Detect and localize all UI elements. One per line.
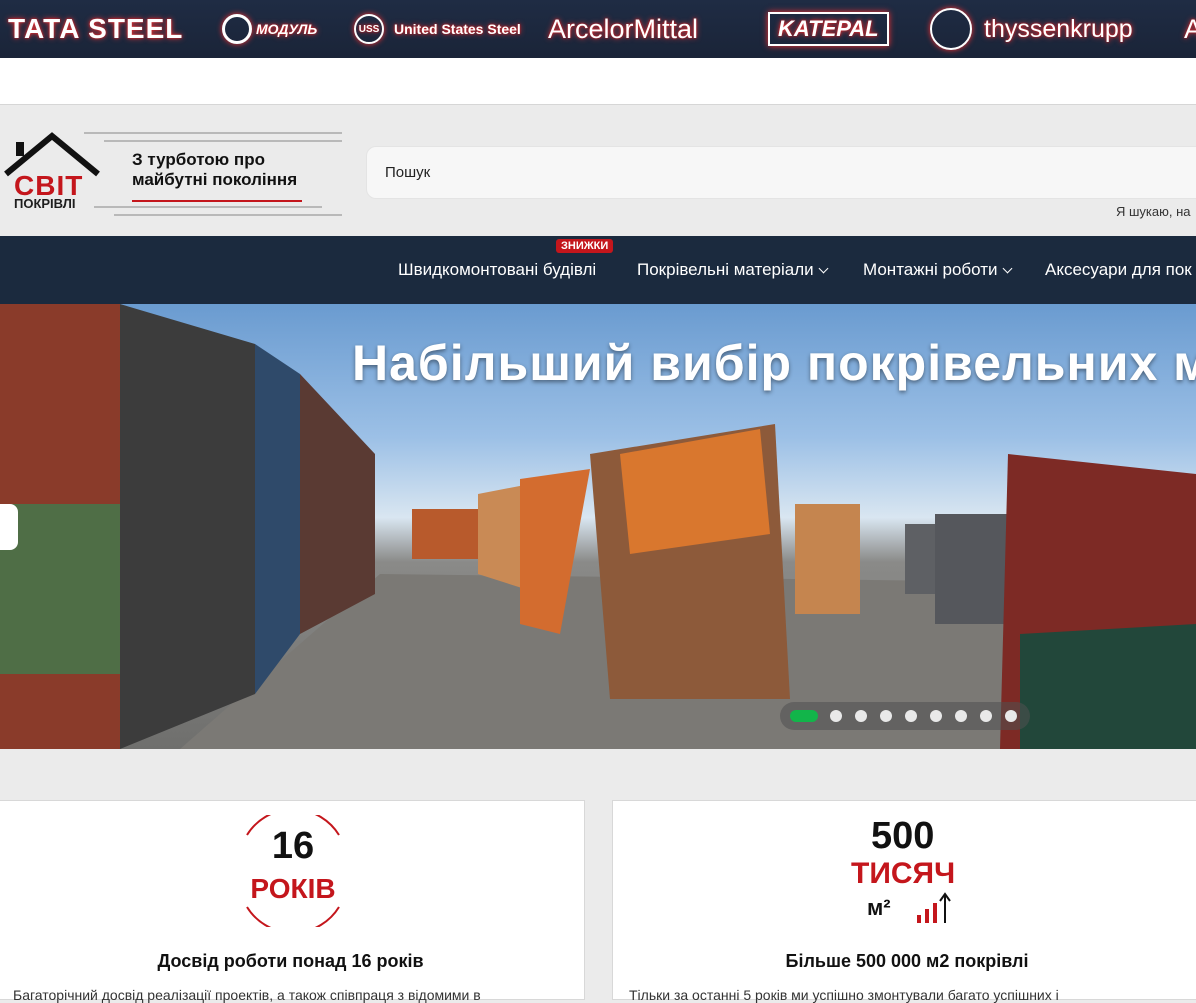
nav-item-accessories[interactable]: Аксесуари для пок [1045, 260, 1192, 280]
volume-badge-label: ТИСЯЧ [851, 857, 956, 890]
nav-item-label: Монтажні роботи [863, 260, 998, 279]
modul-logo-icon [222, 14, 252, 44]
search-input[interactable]: Пошук [366, 146, 1196, 199]
card-title: Досвід роботи понад 16 років [157, 951, 424, 971]
site-header: СВІТ ПОКРІВЛІ З турботою про майбутні по… [0, 106, 1196, 236]
slider-dot[interactable] [855, 710, 867, 722]
slider-dot[interactable] [905, 710, 917, 722]
discount-badge: ЗНИЖКИ [556, 239, 614, 253]
logo-line [114, 214, 342, 216]
logo-line [104, 140, 342, 142]
chevron-down-icon [818, 263, 829, 273]
logo-slogan: З турботою про майбутні покоління [132, 150, 298, 189]
logo-redline [132, 200, 302, 202]
years-badge-number: 16 [271, 825, 315, 867]
chevron-down-icon [1002, 263, 1012, 273]
slider-dot[interactable] [790, 710, 818, 722]
volume-badge-number: 500 [871, 815, 935, 857]
years-badge-label: РОКІВ [250, 873, 336, 904]
slider-dot[interactable] [880, 710, 892, 722]
nav-item-label: Швидкомонтовані будівлі [398, 260, 597, 279]
logo-line [84, 132, 342, 134]
thyssenkrupp-logo-icon [930, 8, 972, 50]
brand-thyssenkrupp-label: thyssenkrupp [984, 14, 1133, 43]
top-strip [0, 58, 1196, 105]
hero-title: Набільший вибір покрівельних м [352, 335, 1196, 391]
nav-item-installation[interactable]: Монтажні роботи [863, 260, 1012, 280]
brand-us-steel[interactable]: USS United States Steel [354, 0, 521, 58]
brand-us-steel-label: United States Steel [394, 21, 521, 37]
uss-logo-icon: USS [354, 14, 384, 44]
brand-next[interactable]: A [1184, 0, 1196, 58]
slider-dot[interactable] [955, 710, 967, 722]
feature-card-experience: 16 РОКІВ Досвід роботи понад 16 років Ба… [0, 800, 585, 1003]
logo-brand-sub: ПОКРІВЛІ [14, 196, 76, 211]
search-hint: Я шукаю, на [1116, 204, 1191, 219]
slider-dot[interactable] [830, 710, 842, 722]
card-text: Багаторічний досвід реалізації проектів,… [13, 987, 481, 1003]
slider-dot[interactable] [980, 710, 992, 722]
hero-prev-button[interactable] [0, 504, 18, 550]
hero-slider: Набільший вибір покрівельних м [0, 304, 1196, 749]
brand-modul-label: МОДУЛЬ [256, 21, 318, 37]
brand-arcelormittal[interactable]: ArcelorMittal [548, 0, 698, 58]
slider-dot[interactable] [1005, 710, 1017, 722]
brand-thyssenkrupp[interactable]: thyssenkrupp [930, 0, 1133, 58]
nav-item-prefab-buildings[interactable]: Швидкомонтовані будівлі [398, 260, 596, 280]
card-title: Більше 500 000 м2 покрівлі [785, 951, 1029, 971]
brand-tata-steel[interactable]: TATA STEEL [8, 0, 183, 58]
nav-item-roofing-materials[interactable]: Покрівельні матеріали [637, 260, 829, 280]
volume-badge-unit: м² [867, 895, 891, 920]
brands-banner: TATA STEEL МОДУЛЬ USS United States Steel… [0, 0, 1196, 58]
growth-bars-icon [917, 892, 951, 923]
main-nav: ЗНИЖКИ Швидкомонтовані будівлі Покрівель… [0, 236, 1196, 304]
nav-item-label: Аксесуари для пок [1045, 260, 1192, 279]
card-text: Тільки за останні 5 років ми успішно змо… [629, 987, 1059, 1003]
brand-katepal[interactable]: KATEPAL [768, 12, 889, 46]
slider-pagination [780, 702, 1030, 730]
nav-item-label: Покрівельні матеріали [637, 260, 814, 279]
site-logo[interactable]: СВІТ ПОКРІВЛІ З турботою про майбутні по… [4, 130, 344, 220]
years-badge-icon: 16 РОКІВ [237, 815, 349, 927]
slider-dot[interactable] [930, 710, 942, 722]
feature-card-volume: 500 ТИСЯЧ м² Більше 500 000 м2 покрівлі … [612, 800, 1196, 1003]
logo-line [94, 206, 322, 208]
brand-modul[interactable]: МОДУЛЬ [222, 0, 317, 58]
